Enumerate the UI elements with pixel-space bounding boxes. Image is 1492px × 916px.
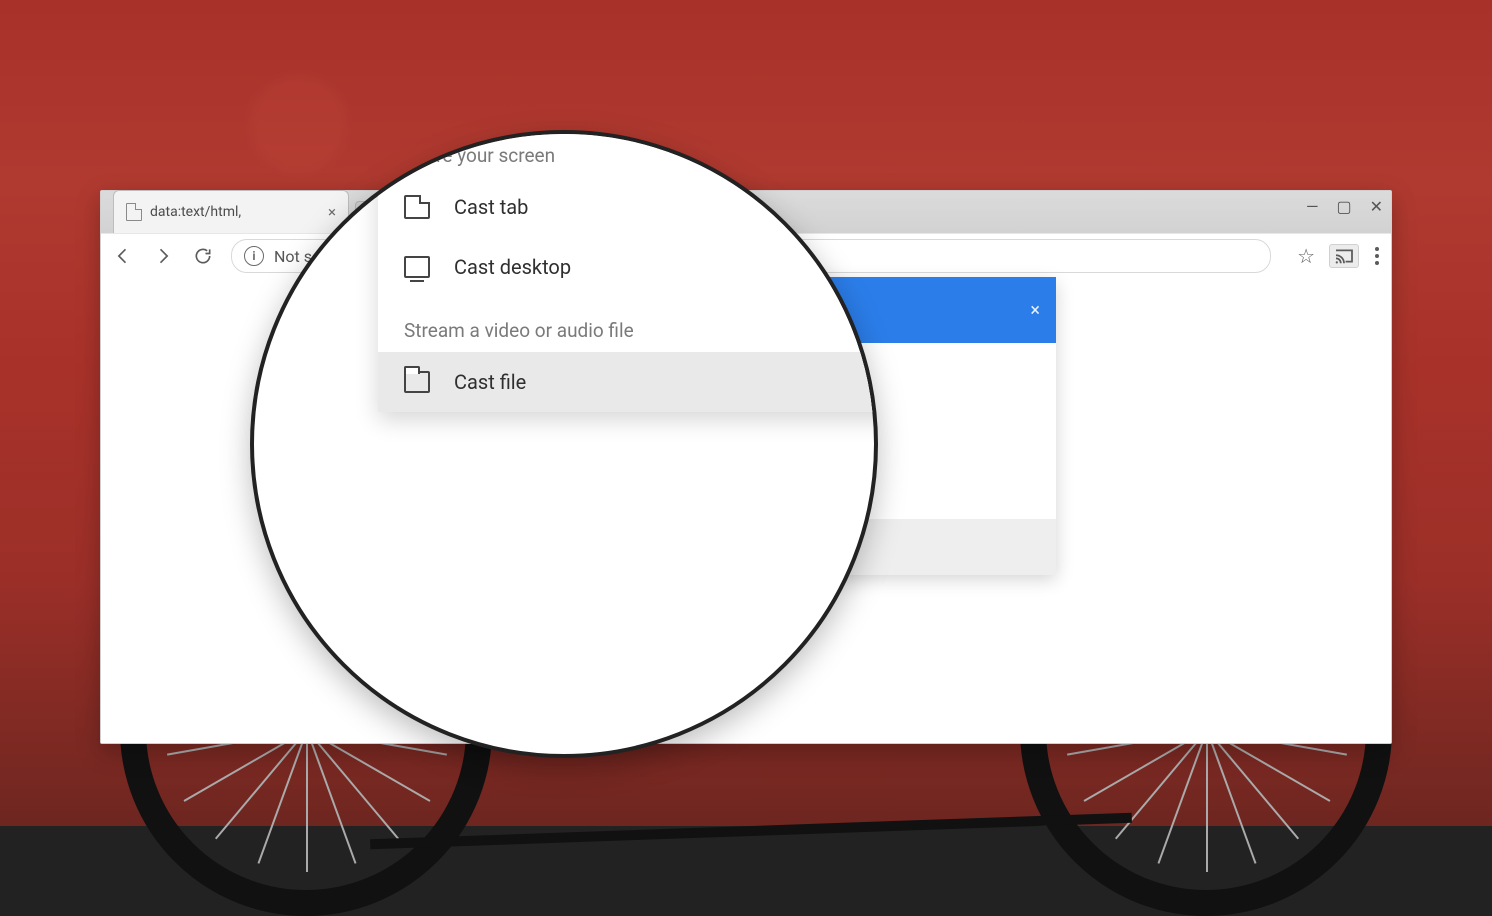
maximize-button[interactable]: ▢ [1336, 197, 1351, 216]
reload-button[interactable] [191, 244, 215, 268]
window-controls: — ▢ ✕ [1306, 197, 1383, 216]
forward-button[interactable] [151, 244, 175, 268]
back-button[interactable] [111, 244, 135, 268]
cast-dialog-close-button[interactable]: × [1030, 300, 1040, 321]
cast-tab-option[interactable]: Cast tab [378, 177, 878, 237]
cast-tab-label: Cast tab [454, 195, 528, 219]
cast-icon[interactable] [1329, 244, 1359, 268]
share-screen-label: Share your screen [378, 130, 878, 177]
cast-file-option[interactable]: Cast file [378, 352, 878, 412]
desktop-icon [404, 256, 430, 278]
site-info-icon[interactable]: i [244, 246, 264, 266]
magnifier-lens: Select source Share your screen Cast tab… [250, 130, 878, 758]
minimize-button[interactable]: — [1306, 197, 1319, 216]
cast-desktop-option[interactable]: Cast desktop [378, 237, 878, 297]
browser-menu-button[interactable] [1373, 245, 1381, 267]
stream-file-label: Stream a video or audio file [378, 297, 878, 352]
browser-tab[interactable]: data:text/html, × [113, 190, 349, 233]
page-icon [126, 203, 142, 221]
bookmark-star-icon[interactable]: ☆ [1297, 244, 1315, 268]
cast-file-label: Cast file [454, 370, 526, 394]
cast-source-menu: Select source Share your screen Cast tab… [378, 130, 878, 412]
cast-desktop-label: Cast desktop [454, 255, 571, 279]
folder-icon [404, 371, 430, 393]
tab-close-button[interactable]: × [328, 205, 336, 220]
tab-icon [404, 196, 430, 218]
close-window-button[interactable]: ✕ [1370, 197, 1383, 216]
tab-title: data:text/html, [150, 204, 241, 220]
